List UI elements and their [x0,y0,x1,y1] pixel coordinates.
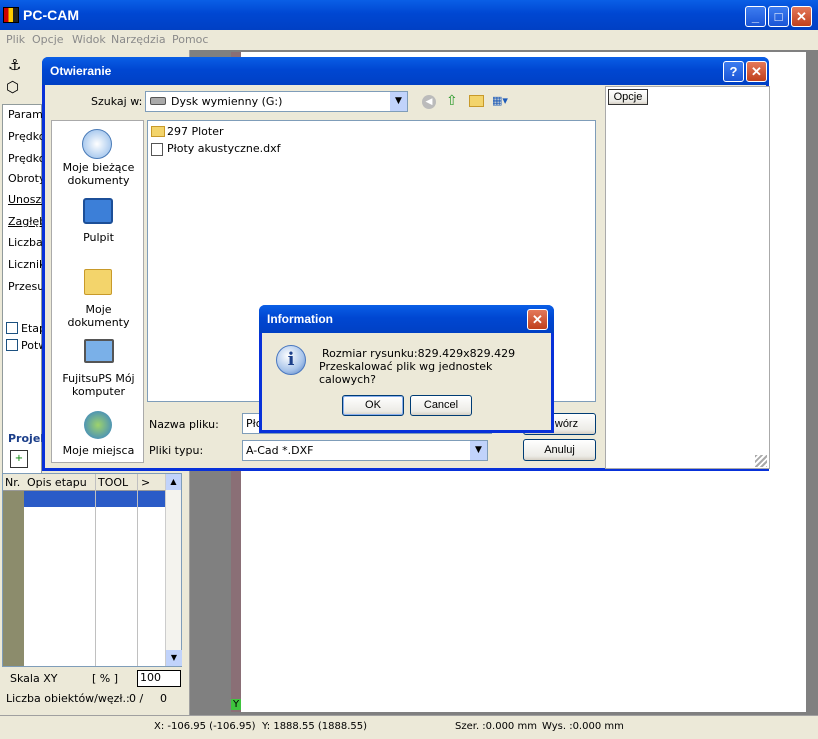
app-title: PC-CAM [23,7,79,23]
param-label: Przesu [8,280,45,293]
col-tool: TOOL [98,476,129,489]
menu-plik[interactable]: Plik [6,33,25,46]
y-axis-marker: Y [231,699,241,710]
maximize-button[interactable]: □ [768,6,789,27]
objects-label: Liczba obiektów/węzł.: [6,692,130,705]
row-gutter [3,491,24,666]
app-logo-icon [3,7,19,23]
param-label: Licznik [8,258,46,271]
param-label: Param. [8,108,47,121]
table-header: Nr. Opis etapu TOOL > [3,474,165,491]
info-close-button[interactable]: ✕ [527,309,548,330]
col-nr: Nr. [5,476,21,489]
col-more: > [141,476,151,489]
network-places-icon[interactable] [84,411,112,439]
folder-icon [151,126,165,137]
filename-label: Nazwa pliku: [149,418,219,431]
info-icon: i [276,345,306,375]
scale-input[interactable]: 100 [137,670,181,687]
param-label: Zagłęb [8,215,47,228]
my-computer-icon[interactable] [84,339,114,363]
filetype-select[interactable]: A-Cad *.DXF ▼ [242,440,488,461]
info-dialog-titlebar: Information ✕ [259,305,554,333]
param-label: Obroty [8,172,46,185]
resize-grip[interactable] [755,455,767,467]
status-bar: X: -106.95 (-106.95) Y: 1888.55 (1888.55… [0,715,818,739]
menu-widok[interactable]: Widok [72,33,106,46]
info-message-line2: Przeskalować plik wg jednostek calowych? [319,360,493,386]
menu-narzedzia[interactable]: Narzędzia [111,33,166,46]
open-dialog-titlebar: Otwieranie ? ✕ [42,57,769,85]
place-my-documents[interactable]: Moje dokumenty [56,303,141,329]
look-in-select[interactable]: Dysk wymienny (G:) ▼ [145,91,408,112]
file-item[interactable]: Płoty akustyczne.dxf [167,142,281,155]
file-item[interactable]: 297 Ploter [167,125,224,138]
place-recent[interactable]: Moje bieżące dokumenty [56,161,141,187]
info-dialog: Information ✕ i Rozmiar rysunku:829.429x… [259,305,554,433]
status-y: Y: 1888.55 (1888.55) [262,721,368,732]
objects-value2: 0 [160,692,167,705]
cancel-button[interactable]: Anuluj [523,439,596,461]
my-documents-icon[interactable] [84,269,112,295]
place-desktop[interactable]: Pulpit [56,231,141,244]
info-message-line1: Rozmiar rysunku:829.429x829.429 [322,347,516,360]
col-divider [137,474,138,666]
recent-docs-icon[interactable] [82,129,112,159]
minimize-button[interactable]: _ [745,6,766,27]
potw-checkbox[interactable] [6,339,18,351]
help-button[interactable]: ? [723,61,744,82]
places-bar: Moje bieżące dokumenty Pulpit Moje dokum… [51,120,144,463]
up-folder-icon[interactable]: ⇧ [446,93,458,109]
info-cancel-button[interactable]: Cancel [410,395,472,416]
scale-unit: [ % ] [92,672,119,685]
dxf-file-icon [151,143,163,156]
drive-icon [150,97,166,105]
back-icon[interactable]: ◀ [422,95,436,109]
menu-opcje[interactable]: Opcje [32,33,64,46]
filetype-value: A-Cad *.DXF [246,444,314,457]
status-width: Szer. :0.000 mm [455,721,537,732]
etap-checkbox[interactable] [6,322,18,334]
filetype-label: Pliki typu: [149,444,204,457]
open-dialog-title: Otwieranie [50,64,112,78]
new-folder-icon[interactable] [469,95,484,107]
main-titlebar: PC-CAM _ □ ✕ [0,0,818,30]
param-label: Prędko [8,152,46,165]
param-label: Prędko [8,130,46,143]
stage-table: Nr. Opis etapu TOOL > ▲ ▼ [2,473,182,667]
status-x: X: -106.95 (-106.95) [154,721,256,732]
col-opis: Opis etapu [27,476,87,489]
menu-bar: Plik Opcje Widok Narzędzia Pomoc [0,30,818,50]
cube-icon[interactable]: ⬡ [6,78,19,96]
info-dialog-title: Information [267,312,333,326]
ok-button[interactable]: OK [342,395,404,416]
view-menu-icon[interactable]: ▦▾ [492,94,512,108]
options-button[interactable]: Opcje [608,89,648,105]
tool-icon[interactable]: ⚓ [8,56,21,74]
look-in-value: Dysk wymienny (G:) [171,95,283,108]
desktop-icon[interactable] [83,198,113,224]
param-label: Liczba [8,236,43,249]
scale-label: Skala XY [10,672,58,685]
menu-pomoc[interactable]: Pomoc [172,33,208,46]
place-my-computer[interactable]: FujitsuPS Mój komputer [56,372,141,398]
objects-value: 0 / [129,692,144,705]
col-divider [95,474,96,666]
open-dialog-close-button[interactable]: ✕ [746,61,767,82]
status-height: Wys. :0.000 mm [542,721,624,732]
table-scrollbar[interactable]: ▲ ▼ [165,474,182,666]
chevron-down-icon[interactable]: ▼ [390,92,407,111]
look-in-label: Szukaj w: [91,95,143,108]
close-button[interactable]: ✕ [791,6,812,27]
place-network[interactable]: Moje miejsca [56,444,141,457]
options-panel [605,86,770,469]
new-stage-icon[interactable]: + [10,450,28,468]
chevron-down-icon[interactable]: ▼ [470,441,487,460]
